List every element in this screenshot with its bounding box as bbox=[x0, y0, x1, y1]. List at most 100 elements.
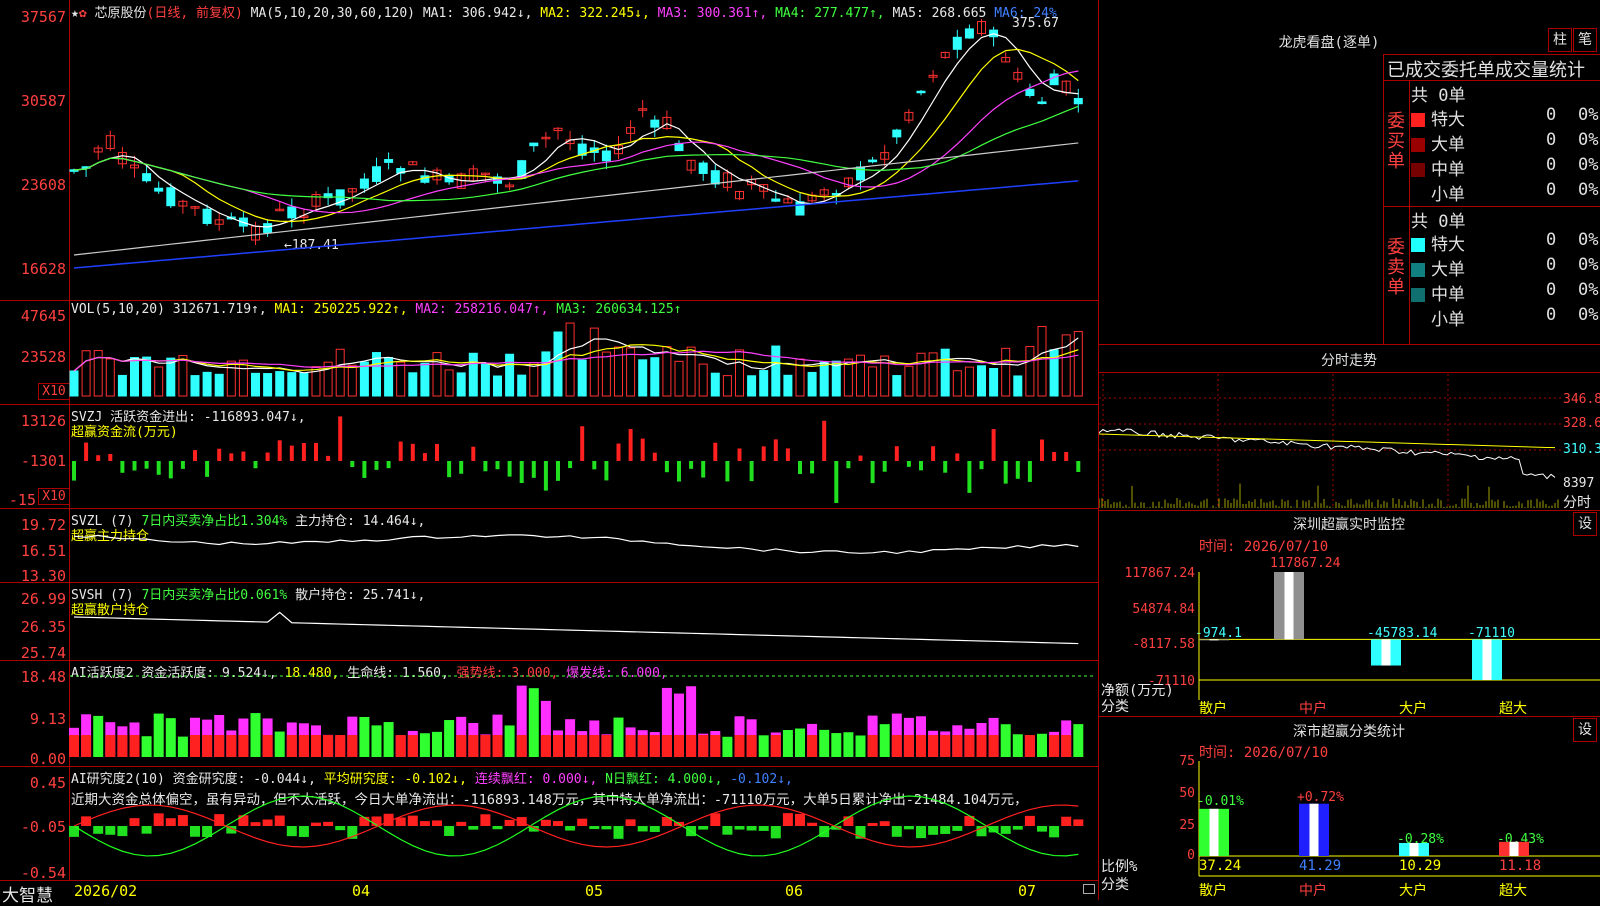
volume-bar bbox=[589, 327, 599, 397]
flow-bar bbox=[592, 461, 597, 470]
candle-body bbox=[964, 28, 974, 39]
flow-bar bbox=[822, 420, 827, 461]
volume-bar bbox=[347, 364, 357, 397]
volume-bar bbox=[384, 357, 394, 397]
candle-body bbox=[372, 166, 381, 182]
flow-bar bbox=[810, 461, 815, 474]
flow-bar bbox=[773, 439, 778, 461]
activity-base bbox=[335, 735, 346, 757]
flow-bar bbox=[410, 443, 415, 461]
activity-base bbox=[710, 735, 721, 757]
activity-base bbox=[988, 735, 999, 757]
activity-bar bbox=[250, 713, 261, 757]
research-bar bbox=[298, 826, 309, 837]
flow-bar bbox=[798, 461, 802, 475]
chart-area[interactable]: 37567 30587 23608 16628 47645 23528 X10 … bbox=[0, 0, 1099, 906]
activity-base bbox=[323, 735, 334, 757]
activity-bar bbox=[855, 735, 866, 757]
flow-bar bbox=[834, 461, 839, 503]
activity-bar bbox=[613, 717, 624, 757]
activity-base bbox=[661, 735, 672, 757]
candle-body bbox=[868, 159, 878, 163]
retail-hold-line bbox=[73, 611, 1079, 645]
research-bar bbox=[758, 826, 769, 831]
flow-bar bbox=[350, 461, 355, 468]
research-bar bbox=[190, 826, 200, 837]
research-bar bbox=[807, 822, 818, 826]
ma1-line bbox=[73, 33, 1079, 228]
volume-bar bbox=[662, 346, 672, 397]
class-bar-highlight bbox=[1309, 803, 1319, 856]
volume-bar bbox=[263, 373, 273, 397]
flow-bar bbox=[556, 461, 560, 481]
candle-body bbox=[1049, 73, 1059, 86]
candle-body bbox=[698, 162, 708, 174]
research-bar bbox=[710, 813, 721, 826]
research-bar bbox=[1061, 816, 1072, 826]
flow-bar bbox=[531, 461, 536, 478]
research-bar bbox=[323, 821, 334, 826]
volume-bar bbox=[892, 375, 902, 397]
research-bar bbox=[129, 818, 140, 826]
volume-bar bbox=[493, 375, 502, 397]
flow-bar bbox=[374, 461, 379, 470]
research-bar bbox=[250, 822, 261, 826]
activity-bar bbox=[177, 736, 188, 757]
activity-base bbox=[891, 735, 902, 757]
candle-body bbox=[529, 142, 539, 147]
flow-bar bbox=[386, 461, 391, 469]
flow-bar bbox=[846, 461, 851, 469]
research-bar bbox=[734, 826, 745, 830]
activity-base bbox=[286, 735, 297, 757]
flow-bar bbox=[677, 461, 681, 482]
research-bar bbox=[637, 826, 648, 832]
candle-body bbox=[384, 159, 394, 163]
flow-bar bbox=[229, 453, 234, 461]
activity-bar bbox=[444, 720, 455, 757]
activity-bar bbox=[722, 736, 733, 757]
research-bar bbox=[504, 819, 515, 826]
volume-bar bbox=[420, 362, 430, 397]
research-bar bbox=[916, 826, 926, 839]
monitor-bar-highlight bbox=[1209, 639, 1219, 641]
research-bar bbox=[577, 818, 588, 826]
volume-bar bbox=[517, 374, 527, 397]
volume-bar bbox=[904, 365, 914, 397]
volume-bar bbox=[819, 361, 829, 397]
volume-bar bbox=[505, 353, 515, 397]
flow-bar bbox=[168, 461, 173, 479]
volume-bar bbox=[1073, 331, 1083, 397]
flow-bar bbox=[931, 446, 936, 461]
activity-base bbox=[601, 735, 612, 757]
volume-bar bbox=[178, 355, 188, 397]
research-avg-line bbox=[73, 804, 1079, 848]
flow-bar bbox=[628, 429, 633, 461]
flow-bar bbox=[459, 461, 464, 474]
activity-base bbox=[807, 735, 818, 757]
flow-bar bbox=[568, 461, 573, 469]
flow-bar bbox=[495, 461, 500, 470]
activity-bar bbox=[1037, 733, 1047, 757]
flow-bar bbox=[906, 461, 911, 467]
activity-bar bbox=[93, 715, 104, 757]
flow-bar bbox=[193, 450, 197, 461]
right-drawing bbox=[1099, 374, 1600, 877]
volume-bar bbox=[650, 357, 660, 397]
volume-bar bbox=[299, 372, 309, 397]
flow-bar bbox=[894, 446, 899, 461]
flow-bar bbox=[919, 461, 923, 471]
volume-bar bbox=[251, 372, 260, 397]
volume-bar bbox=[722, 375, 732, 397]
activity-base bbox=[226, 735, 237, 757]
flow-bar bbox=[640, 438, 645, 461]
research-bar bbox=[335, 826, 346, 831]
research-bar bbox=[903, 826, 914, 830]
activity-base bbox=[637, 735, 648, 757]
activity-base bbox=[1024, 735, 1035, 757]
volume-bar bbox=[989, 368, 999, 397]
flow-bar bbox=[435, 443, 439, 461]
volume-bar bbox=[202, 371, 212, 397]
flow-bar bbox=[471, 446, 476, 461]
flow-bar bbox=[713, 442, 718, 461]
flow-bar bbox=[701, 461, 706, 478]
